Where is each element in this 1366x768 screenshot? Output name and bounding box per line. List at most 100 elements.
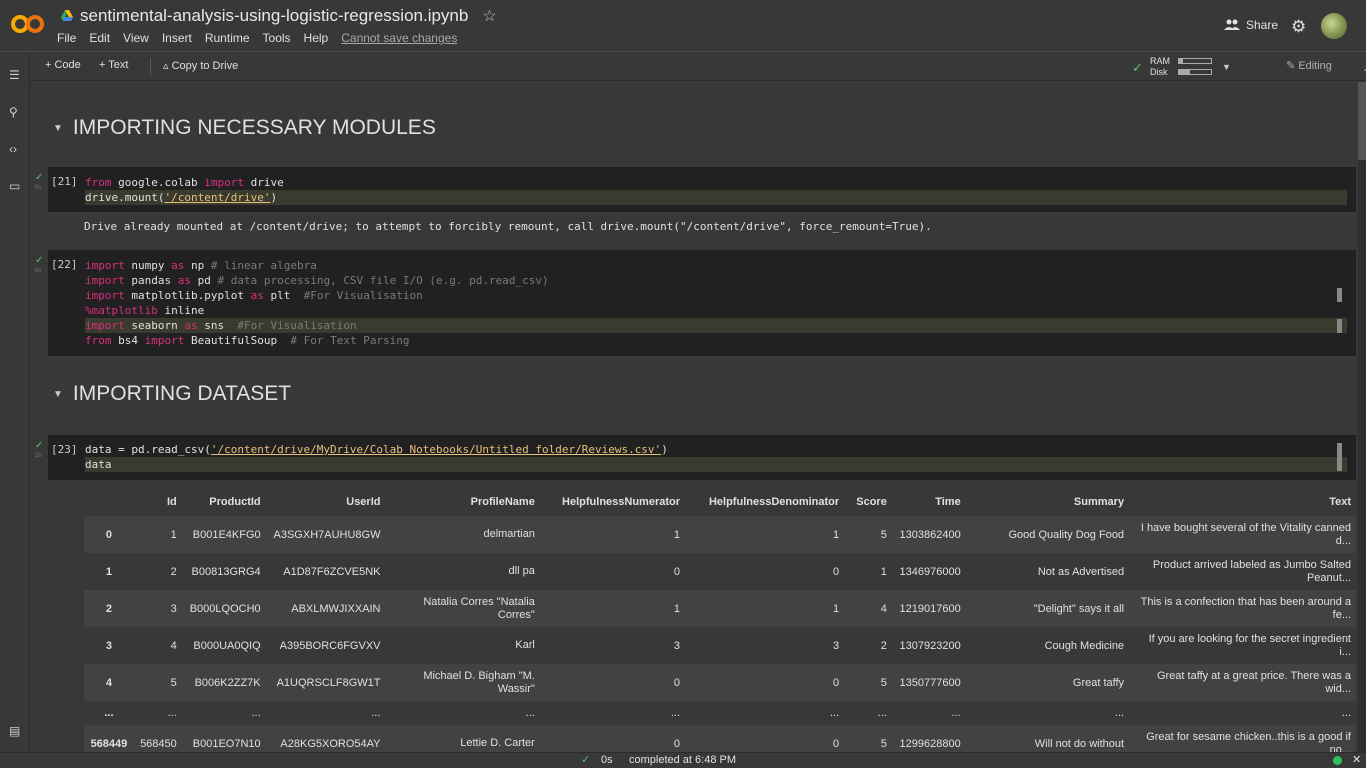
disk-bar	[1178, 69, 1212, 75]
code-snippets-icon[interactable]: ‹›	[9, 142, 17, 156]
colab-logo-icon[interactable]	[11, 12, 45, 36]
editing-mode-button[interactable]: ✎ Editing	[1286, 59, 1332, 72]
table-cell: Karl	[385, 627, 540, 664]
table-cell: 0	[539, 725, 686, 752]
title-row: sentimental-analysis-using-logistic-regr…	[60, 6, 497, 26]
table-cell: ...	[265, 701, 386, 725]
table-cell: 0	[685, 553, 845, 590]
search-icon[interactable]: ⚲	[9, 105, 18, 119]
cannot-save-link[interactable]: Cannot save changes	[341, 31, 457, 45]
disk-bar-fill	[1179, 70, 1191, 74]
column-header-index	[84, 488, 134, 516]
row-index-cell: 2	[84, 590, 134, 627]
column-header: Text	[1329, 496, 1351, 508]
table-cell: Good Quality Dog Food	[965, 516, 1130, 553]
table-cell: 1	[685, 516, 845, 553]
table-row: 1 2 B00813GRG4 A1D87F6ZCVE5NK dll pa 0 0 1 13469…	[84, 553, 1356, 590]
add-code-label: Code	[54, 59, 81, 71]
notebook-scrollbar[interactable]	[1358, 82, 1366, 752]
menu-help[interactable]: Help	[304, 31, 329, 45]
menu-view[interactable]: View	[123, 31, 149, 45]
table-cell: B000UA0QIQ	[181, 627, 266, 664]
code-editor[interactable]: import numpy as np # linear algebra impor…	[85, 258, 1347, 348]
table-cell: B001E4KFG0	[181, 516, 266, 553]
copy-to-drive-button[interactable]: ▵ Copy to Drive	[163, 59, 238, 72]
table-cell: 1299628800	[891, 725, 966, 752]
notebook-area: ▼ IMPORTING NECESSARY MODULES ✓ 0s [21] f…	[31, 82, 1356, 752]
drive-copy-icon: ▵	[163, 60, 169, 72]
dataframe-table: Id ProductId UserId ProfileName Helpfuln…	[84, 488, 1356, 752]
table-cell: A3SGXH7AUHU8GW	[265, 516, 386, 553]
table-row: 3 4 B000UA0QIQ A395BORC6FGVXV Karl 3 3 2 1307923…	[84, 627, 1356, 664]
table-row: .................................	[84, 701, 1356, 725]
pencil-icon: ✎	[1286, 60, 1296, 72]
column-header: HelpfulnessDenominator	[708, 496, 840, 508]
section-heading-dataset: ▼ IMPORTING DATASET	[53, 382, 291, 406]
row-index-cell: 568449	[84, 725, 134, 752]
cell-output: Drive already mounted at /content/drive;…	[84, 220, 932, 233]
copy-to-drive-label: Copy to Drive	[171, 60, 239, 72]
table-cell: 3	[133, 590, 182, 627]
notebook-toolbar: + Code + Text ▵ Copy to Drive ✓ RAM Disk…	[30, 52, 1366, 81]
gear-icon[interactable]: ⚙	[1291, 17, 1306, 37]
run-success-icon: ✓ 0s	[35, 255, 44, 275]
code-editor[interactable]: data = pd.read_csv('/content/drive/MyDri…	[85, 442, 1347, 472]
ram-label: RAM	[1150, 56, 1170, 66]
menu-runtime[interactable]: Runtime	[205, 31, 250, 45]
close-icon[interactable]: ✕	[1352, 753, 1361, 766]
menu-insert[interactable]: Insert	[162, 31, 192, 45]
execution-count: [23]	[51, 443, 78, 456]
terminal-icon[interactable]: ▤	[9, 724, 20, 738]
table-cell: 1	[685, 590, 845, 627]
table-cell: Natalia Corres "Natalia Corres"	[385, 590, 540, 627]
table-cell: ...	[385, 701, 540, 725]
row-index-cell: 4	[84, 664, 134, 701]
table-cell: ...	[844, 701, 892, 725]
collapse-triangle-icon[interactable]: ▼	[53, 389, 63, 400]
table-cell: 1346976000	[891, 553, 966, 590]
table-cell: 0	[685, 664, 845, 701]
notebook-title[interactable]: sentimental-analysis-using-logistic-regr…	[80, 6, 468, 26]
table-cell: 0	[539, 664, 686, 701]
collapse-triangle-icon[interactable]: ▼	[53, 123, 63, 134]
menu-edit[interactable]: Edit	[89, 31, 110, 45]
star-icon[interactable]: ☆	[482, 6, 496, 26]
table-row: 568449 568450 B001EO7N10 A28KG5XORO54AY Lett…	[84, 725, 1356, 752]
table-cell: Great taffy at a great price. There was …	[1129, 664, 1356, 701]
table-cell: A1UQRSCLF8GW1T	[265, 664, 386, 701]
table-cell: ...	[539, 701, 686, 725]
chevron-down-icon[interactable]: ▼	[1222, 62, 1231, 72]
add-code-button[interactable]: + Code	[45, 59, 81, 71]
table-cell: 5	[844, 664, 892, 701]
column-header: Score	[856, 496, 887, 508]
status-bar: ✓ 0s completed at 6:48 PM ✕	[0, 752, 1366, 768]
table-of-contents-icon[interactable]: ☰	[9, 68, 20, 82]
table-cell: ...	[891, 701, 966, 725]
table-cell: 3	[539, 627, 686, 664]
share-button[interactable]: Share	[1224, 18, 1278, 32]
folder-icon[interactable]: ▭	[9, 179, 20, 193]
menu-file[interactable]: File	[57, 31, 76, 45]
table-header-row: Id ProductId UserId ProfileName Helpfuln…	[84, 488, 1356, 516]
drive-icon	[61, 10, 73, 21]
left-sidebar: ☰ ⚲ ‹› ▭ ▤	[0, 52, 30, 752]
table-cell: B006K2ZZ7K	[181, 664, 266, 701]
table-cell: This is a confection that has been aroun…	[1129, 590, 1356, 627]
column-header: Time	[935, 496, 961, 508]
table-cell: ...	[685, 701, 845, 725]
table-cell: A28KG5XORO54AY	[265, 725, 386, 752]
code-cell-22[interactable]: ✓ 0s [22] import numpy as np # linear alg…	[35, 250, 1356, 356]
completion-status: completed at 6:48 PM	[629, 754, 737, 766]
section-heading-modules: ▼ IMPORTING NECESSARY MODULES	[53, 116, 436, 140]
run-success-icon: ✓ 2s	[35, 440, 44, 460]
scrollbar-thumb[interactable]	[1358, 82, 1366, 160]
code-cell-23[interactable]: ✓ 2s [23] data = pd.read_csv('/content/dr…	[35, 435, 1356, 480]
menu-tools[interactable]: Tools	[263, 31, 291, 45]
code-editor[interactable]: from google.colab import drive drive.moun…	[85, 175, 1347, 205]
table-cell: ...	[1129, 701, 1356, 725]
avatar[interactable]	[1321, 13, 1347, 39]
code-cell-21[interactable]: ✓ 0s [21] from google.colab import drive d…	[35, 167, 1356, 212]
editing-label: Editing	[1298, 60, 1332, 72]
add-text-button[interactable]: + Text	[99, 59, 128, 71]
toolbar-divider	[150, 58, 151, 75]
